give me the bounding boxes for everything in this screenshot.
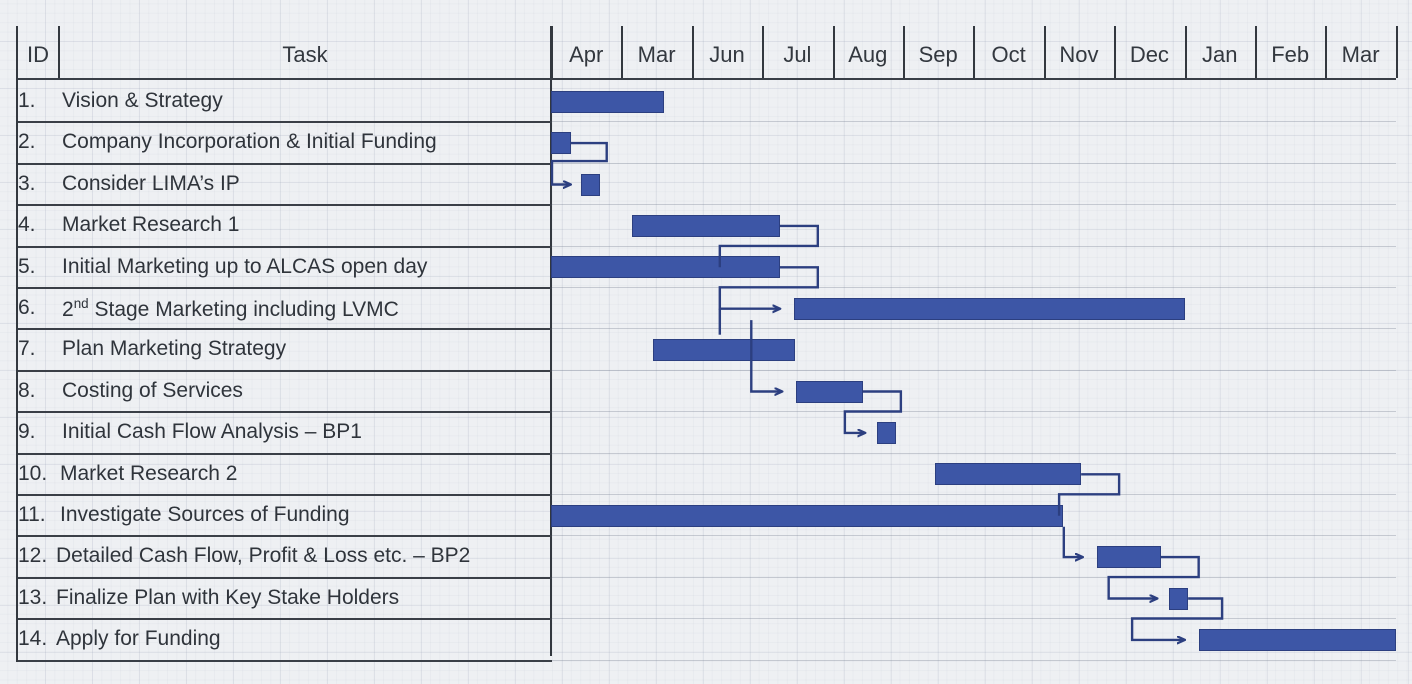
timeline-divider-end [1395,26,1398,78]
task-id: 11. [18,503,46,526]
timeline-month-oct-6: Oct [991,42,1026,67]
task-label: Vision & Strategy [62,89,223,112]
row-divider [16,618,552,621]
task-id: 6. [18,296,36,319]
row-divider [16,576,552,579]
gantt-bar[interactable] [934,463,1082,486]
task-label: Plan Marketing Strategy [62,337,287,361]
row-divider [16,287,552,289]
task-id: 14. [18,627,48,651]
timeline-month-jul-3: Jul [783,42,812,67]
timeline-month-mar-1: Mar [637,42,676,67]
timeline-row-divider [552,204,1396,206]
task-id: 3. [18,171,36,195]
gantt-bar[interactable] [795,380,863,403]
task-label-superscript: 2nd Stage Marketing including LVMC [62,296,399,321]
timeline-row-divider [552,162,1396,164]
task-label: Finalize Plan with Key Stake Holders [56,585,400,609]
gantt-bar[interactable] [1169,587,1189,610]
timeline-row-divider [552,328,1396,330]
task-id: 8. [18,378,36,402]
dependency-arrow [1062,526,1083,557]
task-label: Costing of Services [62,378,243,402]
task-id: 9. [18,420,36,444]
task-label: Initial Cash Flow Analysis – BP1 [62,420,362,444]
task-id: 1. [18,89,36,112]
task-id: 7. [18,337,36,361]
timeline-row-divider [552,535,1396,537]
header-rule [16,78,1396,80]
gantt-bar[interactable] [793,297,1185,320]
gantt-bar[interactable] [551,90,664,113]
timeline-month-nov-7: Nov [1059,42,1099,67]
timeline-row-divider [552,618,1396,620]
task-id: 13. [18,585,48,609]
column-header-task: Task [282,42,328,67]
timeline-month-aug-4: Aug [848,42,888,67]
task-label: Investigate Sources of Funding [60,503,350,526]
row-divider [16,494,552,496]
timeline-row-divider [552,369,1396,371]
timeline-month-mar-11: Mar [1341,42,1380,67]
timeline-month-jun-2: Jun [709,42,745,67]
task-label: Initial Marketing up to ALCAS open day [62,254,428,278]
timeline-row-divider [552,494,1396,495]
task-id: 5. [18,254,36,278]
gantt-bar[interactable] [551,132,571,155]
row-divider [16,328,552,331]
timeline-row-divider [552,287,1396,288]
gantt-bar[interactable] [1198,628,1396,651]
gantt-bar[interactable] [653,339,796,362]
column-divider-id [58,26,60,78]
task-id: 10. [18,461,48,485]
gantt-bar[interactable] [580,173,601,196]
task-label: Apply for Funding [56,627,221,651]
timeline-row-divider [552,452,1396,454]
timeline-row-divider [552,245,1396,247]
task-label: Market Research 1 [62,213,240,237]
gantt-bar[interactable] [551,504,1063,527]
column-header-id: ID [27,42,49,67]
row-divider [16,535,552,538]
timeline-row-divider [552,121,1396,123]
task-id: 2. [18,130,36,154]
row-divider [16,162,552,165]
row-divider [16,452,552,455]
timeline-row-divider [552,411,1396,413]
gantt-bar[interactable] [876,421,896,444]
row-divider [16,245,552,248]
task-id: 4. [18,213,36,237]
task-label: Detailed Cash Flow, Profit & Loss etc. –… [56,544,471,568]
gantt-chart: ID Task Apr Mar Jun Jul Aug Sep Oct Nov Dec Jan Fe… [0,0,1412,684]
timeline-row-divider [552,659,1396,661]
row-divider [16,659,552,662]
timeline-row-divider [552,576,1396,578]
timeline-month-sep-5: Sep [918,42,958,67]
row-divider [16,204,552,207]
row-divider [16,121,552,124]
timeline-month-jan-9: Jan [1202,42,1238,67]
timeline-month-feb-10: Feb [1271,42,1310,67]
task-label: Market Research 2 [60,461,238,485]
gantt-bar[interactable] [551,256,780,279]
row-divider [16,411,552,414]
gantt-bar[interactable] [631,214,780,237]
task-label: Consider LIMA’s IP [62,171,240,195]
task-label: Company Incorporation & Initial Funding [62,130,437,154]
row-divider [16,369,552,372]
timeline-month-apr-0: Apr [569,42,604,67]
timeline-month-dec-8: Dec [1129,42,1169,67]
task-id: 12. [18,544,48,568]
gantt-bar[interactable] [1096,546,1161,569]
table-left-border [16,26,18,662]
